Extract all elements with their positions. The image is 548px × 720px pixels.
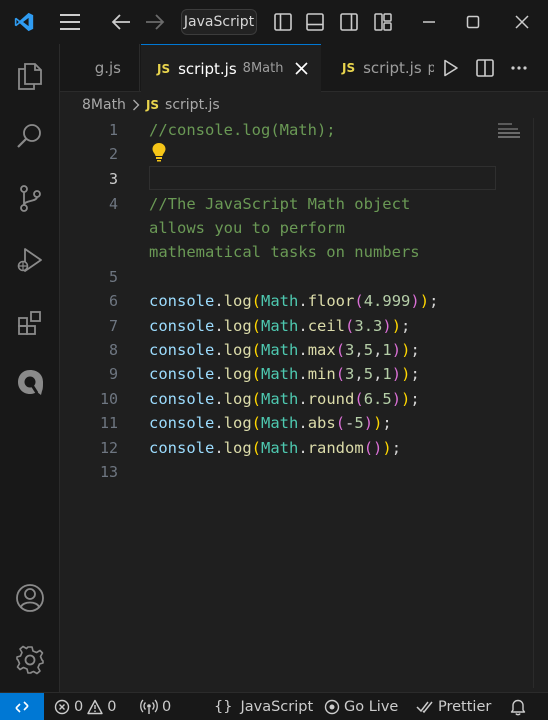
more-actions-icon[interactable] [504, 44, 534, 92]
status-bar: 0 0 0 {} JavaScript Go Live Prettier [0, 692, 548, 720]
js-file-icon: JS [342, 61, 356, 75]
toggle-primary-sidebar-icon[interactable] [270, 0, 296, 44]
tab-label: script.js [178, 59, 237, 78]
code-line-4: //The JavaScript Math object [149, 195, 411, 213]
run-debug-icon[interactable] [0, 236, 60, 284]
code-line-9: console.log(Math.min(3,5,1)); [149, 365, 420, 383]
line-number: 8 [108, 341, 118, 359]
editor-tab-bar: g.js JS script.js 8Math JS script.js p [60, 44, 548, 92]
code-line-7: console.log(Math.ceil(3.3)); [149, 317, 411, 335]
remote-icon [15, 700, 29, 713]
ports-count: 0 [162, 698, 172, 715]
line-number: 6 [108, 292, 118, 310]
vscode-logo-icon [6, 0, 42, 44]
error-count: 0 [74, 698, 84, 715]
line-number: 12 [99, 439, 118, 457]
braces-icon: {} [214, 698, 233, 715]
code-line-1: //console.log(Math); [149, 121, 336, 139]
breadcrumb: 8Math JS script.js [60, 92, 548, 118]
line-number: 7 [108, 317, 118, 335]
line-number: 10 [99, 390, 118, 408]
tab-close-icon[interactable] [295, 62, 309, 75]
tab-label: script.js [363, 59, 422, 77]
line-number: 11 [99, 414, 118, 432]
js-file-icon: JS [157, 61, 171, 76]
source-control-icon[interactable] [0, 174, 60, 222]
js-file-icon: JS [145, 98, 160, 112]
menu-icon[interactable] [54, 0, 86, 44]
code-line-8: console.log(Math.max(3,5,1)); [149, 341, 420, 359]
code-line-12: console.log(Math.random()); [149, 439, 402, 457]
notifications-bell-icon[interactable] [510, 693, 530, 720]
code-line-10: console.log(Math.round(6.5)); [149, 390, 420, 408]
language-mode[interactable]: {} JavaScript [214, 693, 313, 720]
language-label: JavaScript [240, 698, 314, 715]
go-live-icon [324, 699, 340, 714]
tab-description: p [427, 60, 434, 76]
tab-script-js-other[interactable]: JS script.js p [322, 44, 434, 92]
title-bar: JavaScript [0, 0, 548, 44]
explorer-icon[interactable] [0, 52, 60, 100]
problems-indicator[interactable]: 0 0 [54, 693, 116, 720]
code-line-11: console.log(Math.abs(-5)); [149, 414, 392, 432]
line-number [60, 216, 118, 240]
minimize-icon[interactable] [412, 0, 446, 44]
activity-bar [0, 44, 60, 692]
toggle-secondary-sidebar-icon[interactable] [336, 0, 362, 44]
breadcrumb-file[interactable]: script.js [165, 97, 220, 113]
forward-arrow-icon[interactable] [140, 0, 170, 44]
code-line-6: console.log(Math.floor(4.999)); [149, 292, 439, 310]
line-number: 13 [99, 463, 118, 481]
broadcast-icon [140, 699, 158, 714]
manage-gear-icon[interactable] [0, 636, 60, 684]
tab-description: 8Math [242, 61, 284, 76]
code-line-4-wrap-1: allows you to perform [149, 219, 345, 237]
prettier-button[interactable]: Prettier [416, 693, 491, 720]
maximize-icon[interactable] [456, 0, 490, 44]
chevron-right-icon [132, 99, 140, 111]
toggle-panel-icon[interactable] [302, 0, 328, 44]
minimap[interactable] [498, 122, 522, 140]
line-number [60, 240, 118, 264]
error-icon [54, 699, 70, 714]
command-center-search[interactable]: JavaScript [181, 9, 257, 35]
tab-g-js[interactable]: g.js [60, 44, 140, 92]
lightbulb-icon[interactable] [151, 142, 167, 166]
extensions-icon[interactable] [0, 298, 60, 346]
close-icon[interactable] [504, 0, 540, 44]
warning-icon [87, 699, 103, 714]
tab-label: g.js [94, 59, 121, 77]
line-number: 5 [108, 268, 118, 286]
code-line-4-wrap-2: mathematical tasks on numbers [149, 243, 420, 261]
tab-script-js-active[interactable]: JS script.js 8Math [141, 44, 321, 92]
double-check-icon [416, 701, 433, 713]
quokka-icon[interactable] [0, 358, 60, 406]
prettier-label: Prettier [438, 698, 492, 715]
vertical-scrollbar[interactable] [533, 118, 548, 688]
go-live-label: Go Live [344, 698, 399, 715]
line-number: 2 [108, 145, 118, 163]
line-number: 3 [108, 170, 118, 188]
go-live-button[interactable]: Go Live [324, 693, 398, 720]
accounts-icon[interactable] [0, 574, 60, 622]
run-icon[interactable] [438, 44, 464, 92]
line-number: 4 [108, 195, 118, 213]
back-arrow-icon[interactable] [106, 0, 136, 44]
customize-layout-icon[interactable] [370, 0, 396, 44]
warning-count: 0 [107, 698, 117, 715]
breadcrumb-folder[interactable]: 8Math [82, 97, 126, 113]
code-editor[interactable]: 1 2 3 4 5 6 7 8 9 10 11 12 13 //console.log(Math); /… [60, 118, 548, 692]
ports-indicator[interactable]: 0 [140, 693, 171, 720]
remote-indicator[interactable] [0, 693, 44, 720]
line-number: 9 [108, 365, 118, 383]
search-icon[interactable] [0, 112, 60, 160]
line-number: 1 [108, 121, 118, 139]
search-text: JavaScript [183, 14, 255, 30]
current-line-highlight [149, 166, 496, 190]
split-editor-icon[interactable] [472, 44, 498, 92]
